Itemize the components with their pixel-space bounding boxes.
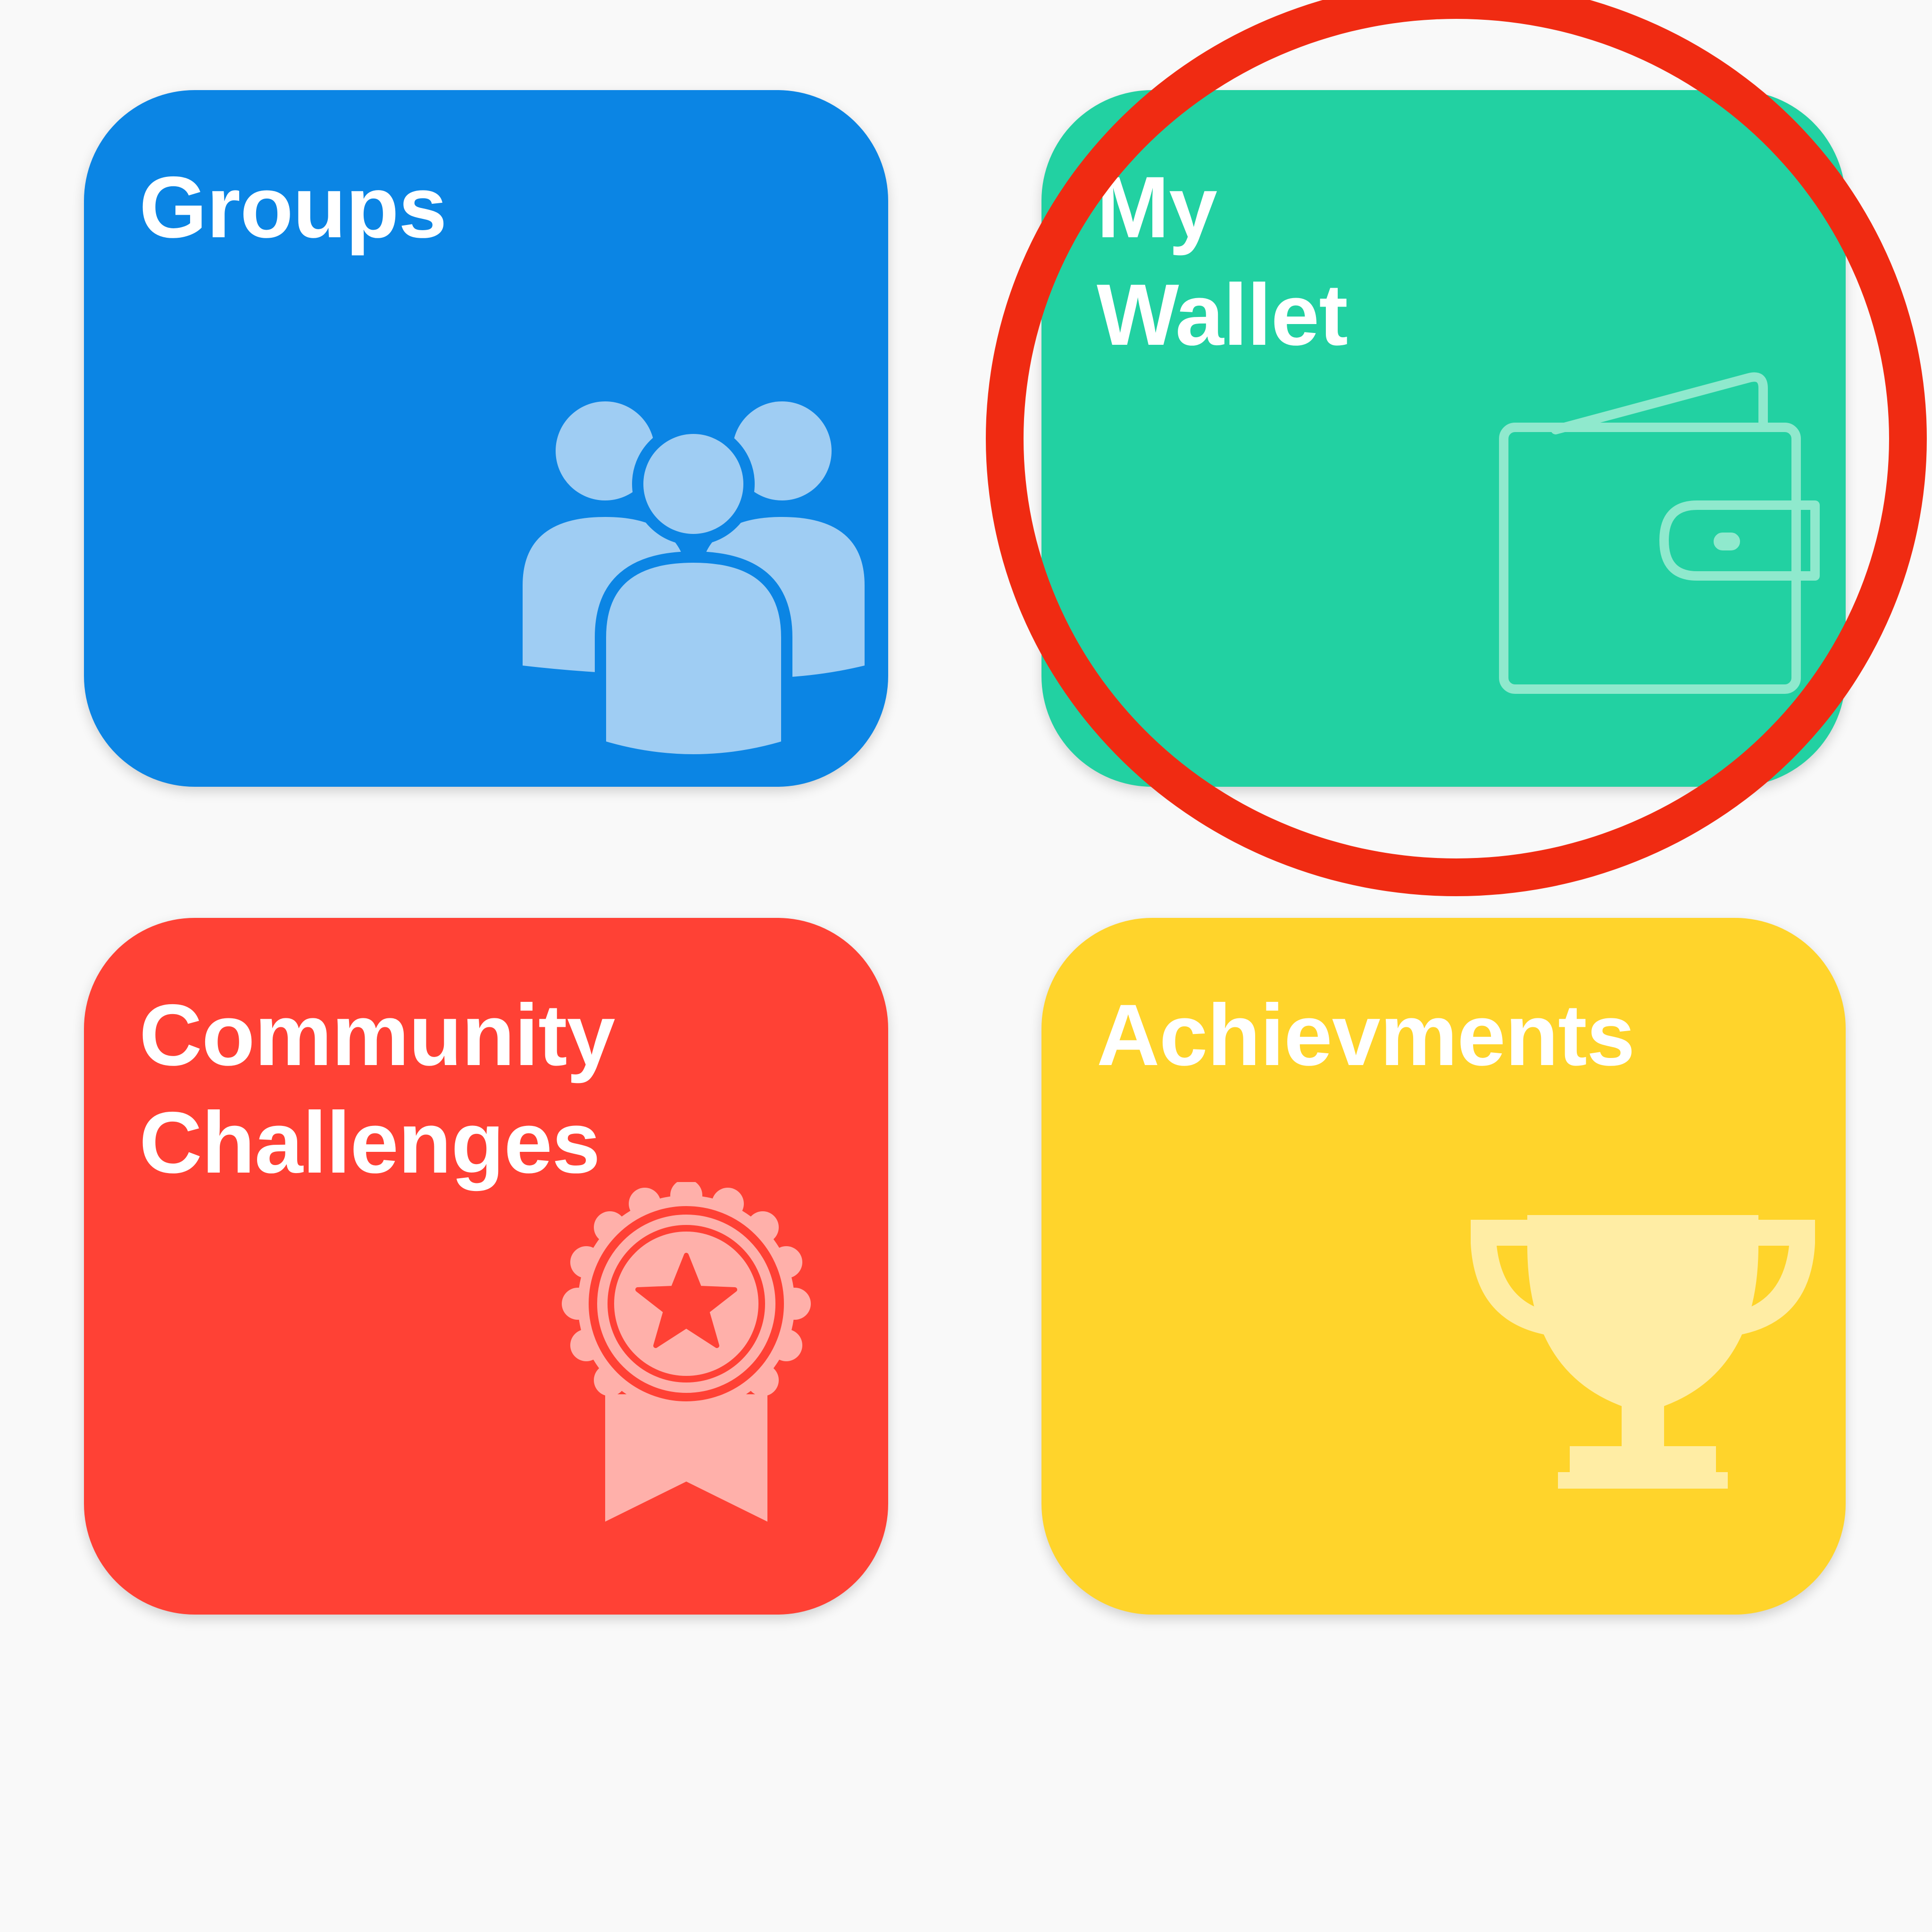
groups-label: Groups: [139, 159, 447, 256]
groups-tile[interactable]: Groups: [84, 90, 888, 787]
my-wallet-tile[interactable]: My Wallet: [1041, 90, 1846, 787]
trophy-icon: [1471, 1215, 1815, 1489]
community-challenges-label-line2: Challenges: [139, 1094, 600, 1191]
community-challenges-label: Community Challenges: [139, 982, 615, 1197]
people-group-icon: [523, 401, 865, 766]
my-wallet-label-line2: Wallet: [1097, 266, 1348, 364]
my-wallet-label-line1: My: [1097, 159, 1217, 256]
achievements-tile[interactable]: Achievments: [1041, 918, 1846, 1615]
achievements-label: Achievments: [1097, 987, 1635, 1084]
award-ribbon-icon: [562, 1182, 811, 1522]
community-challenges-tile[interactable]: Community Challenges: [84, 918, 888, 1615]
home-grid: Groups My Wallet Community Challenges Ac…: [0, 0, 1932, 1932]
my-wallet-label: My Wallet: [1097, 154, 1348, 369]
community-challenges-label-line1: Community: [139, 987, 615, 1084]
wallet-icon: [1499, 372, 1820, 694]
